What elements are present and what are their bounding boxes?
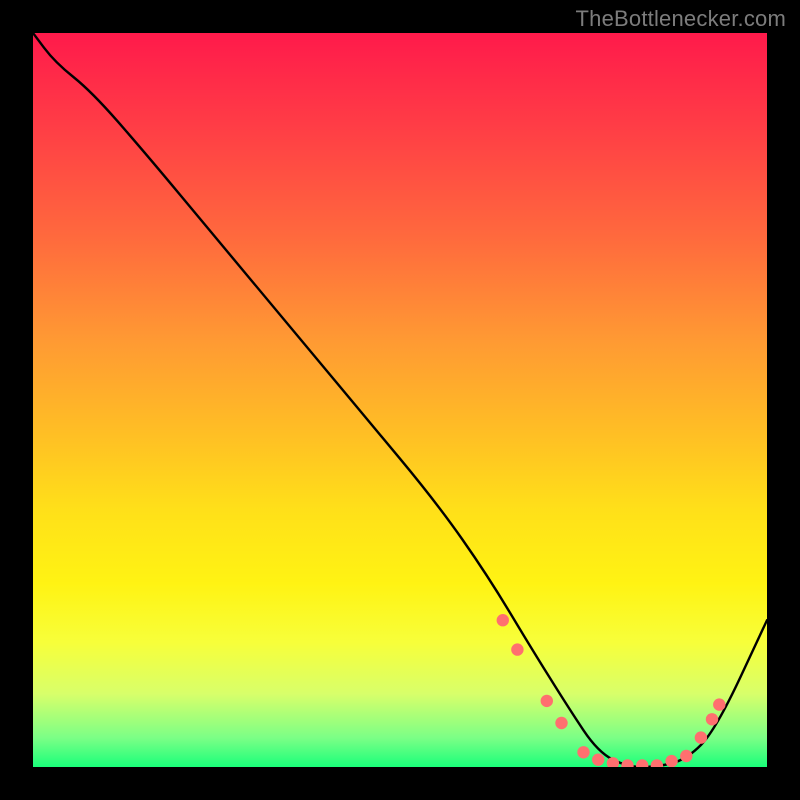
marker-dot bbox=[636, 759, 648, 767]
marker-dot bbox=[713, 698, 725, 710]
marker-dot bbox=[695, 731, 707, 743]
marker-dot bbox=[706, 713, 718, 725]
plot-area bbox=[33, 33, 767, 767]
bottleneck-curve-line bbox=[33, 33, 767, 767]
marker-dot bbox=[511, 643, 523, 655]
marker-dot bbox=[497, 614, 509, 626]
curve-layer bbox=[33, 33, 767, 767]
marker-dot bbox=[577, 746, 589, 758]
marker-dot bbox=[541, 695, 553, 707]
chart-frame: TheBottlenecker.com bbox=[0, 0, 800, 800]
marker-dot bbox=[680, 750, 692, 762]
marker-dot bbox=[651, 759, 663, 767]
marker-dot bbox=[555, 717, 567, 729]
marker-dots bbox=[497, 614, 726, 767]
marker-dot bbox=[592, 754, 604, 766]
attribution-label: TheBottlenecker.com bbox=[576, 6, 786, 32]
marker-dot bbox=[665, 755, 677, 767]
marker-dot bbox=[621, 759, 633, 767]
